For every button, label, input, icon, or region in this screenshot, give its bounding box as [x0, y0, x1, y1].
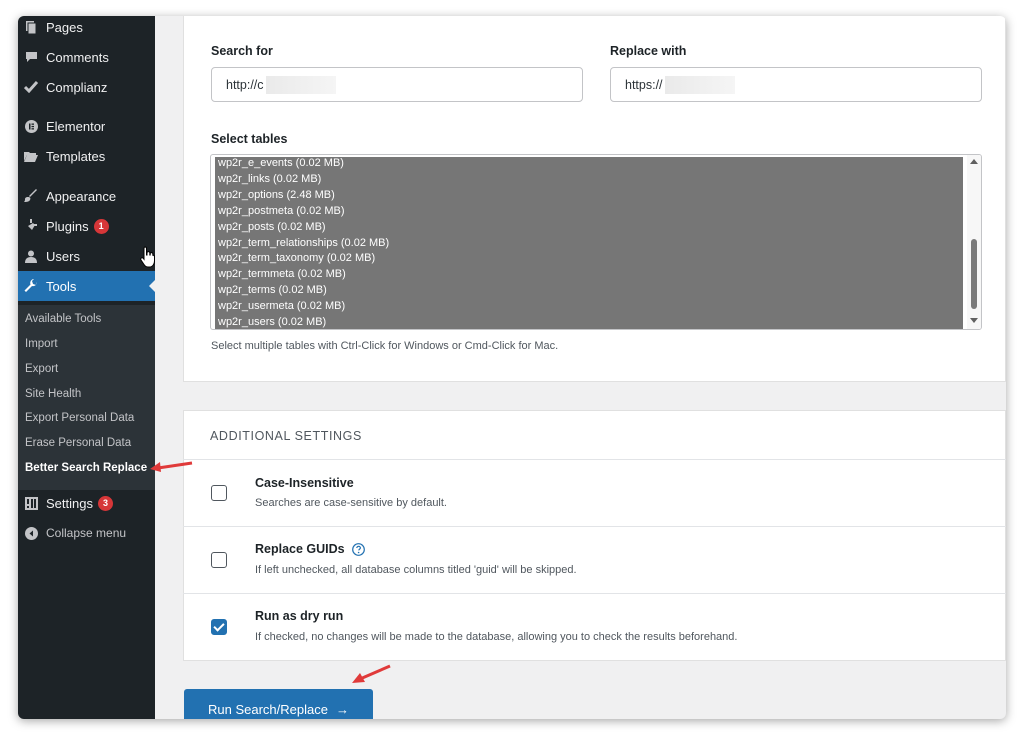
- hand-cursor-icon: [140, 246, 155, 268]
- user-icon: [24, 249, 38, 263]
- comments-icon: [24, 50, 38, 64]
- redacted-blur: [265, 75, 336, 94]
- divider: [183, 593, 1006, 594]
- sidebar-item-templates[interactable]: Templates: [18, 141, 155, 171]
- checkmark-icon: [24, 80, 38, 94]
- table-option[interactable]: wp2r_postmeta (0.02 MB): [218, 203, 345, 219]
- sidebar-item-elementor[interactable]: Elementor: [18, 111, 155, 141]
- submenu-import[interactable]: Import: [25, 335, 58, 353]
- run-button-label: Run Search/Replace: [208, 701, 328, 717]
- elementor-icon: [24, 119, 38, 133]
- admin-sidebar: Pages Comments Complianz Elementor Templ…: [18, 16, 155, 719]
- table-option[interactable]: wp2r_term_relationships (0.02 MB): [218, 235, 389, 251]
- table-option[interactable]: wp2r_links (0.02 MB): [218, 171, 321, 187]
- tools-submenu: Available Tools Import Export Site Healt…: [18, 305, 155, 490]
- sidebar-item-label: Elementor: [46, 118, 106, 134]
- replace-guids-desc: If left unchecked, all database columns …: [255, 564, 577, 576]
- scroll-up-arrow-icon[interactable]: [970, 159, 978, 164]
- sidebar-item-settings[interactable]: Settings 3: [18, 488, 155, 518]
- sidebar-item-comments[interactable]: Comments: [18, 42, 155, 72]
- sidebar-item-plugins[interactable]: Plugins 1: [18, 211, 155, 241]
- submenu-available-tools[interactable]: Available Tools: [25, 310, 101, 328]
- table-option[interactable]: wp2r_term_taxonomy (0.02 MB): [218, 250, 375, 266]
- pages-icon: [24, 20, 38, 34]
- sidebar-item-users[interactable]: Users: [18, 241, 155, 271]
- divider: [183, 526, 1006, 527]
- case-insensitive-checkbox[interactable]: [211, 485, 227, 501]
- submenu-export[interactable]: Export: [25, 360, 58, 378]
- sidebar-item-tools[interactable]: Tools: [18, 271, 155, 301]
- sidebar-item-label: Complianz: [46, 79, 108, 95]
- table-option[interactable]: wp2r_usermeta (0.02 MB): [218, 298, 345, 314]
- listbox-scrollbar[interactable]: [967, 155, 981, 329]
- dry-run-desc: If checked, no changes will be made to t…: [255, 631, 738, 643]
- sidebar-item-label: Collapse menu: [46, 526, 127, 540]
- redacted-blur: [664, 75, 735, 94]
- wrench-icon: [24, 279, 38, 293]
- table-option[interactable]: wp2r_posts (0.02 MB): [218, 219, 326, 235]
- submenu-site-health[interactable]: Site Health: [25, 385, 81, 403]
- table-option[interactable]: wp2r_options (2.48 MB): [218, 187, 335, 203]
- sidebar-item-label: Pages: [46, 19, 83, 35]
- table-option[interactable]: wp2r_terms (0.02 MB): [218, 282, 327, 298]
- case-insensitive-title: Case-Insensitive: [255, 476, 354, 490]
- search-for-label: Search for: [211, 44, 273, 58]
- additional-settings-panel: [183, 410, 1006, 661]
- submenu-better-search-replace[interactable]: Better Search Replace: [25, 459, 147, 477]
- collapse-menu-button[interactable]: Collapse menu: [18, 518, 155, 548]
- sidebar-item-label: Tools: [46, 278, 77, 294]
- tables-listbox[interactable]: wp2r_e_events (0.02 MB) wp2r_links (0.02…: [210, 154, 982, 330]
- help-icon[interactable]: [351, 542, 365, 556]
- tables-hint: Select multiple tables with Ctrl-Click f…: [211, 340, 559, 352]
- app-window: Pages Comments Complianz Elementor Templ…: [18, 16, 1006, 719]
- sidebar-item-label: Appearance: [46, 188, 117, 204]
- case-insensitive-desc: Searches are case-sensitive by default.: [255, 497, 447, 509]
- dry-run-title: Run as dry run: [255, 609, 344, 623]
- table-option[interactable]: wp2r_termmeta (0.02 MB): [218, 266, 346, 282]
- search-input[interactable]: http://c: [211, 67, 583, 102]
- replace-input[interactable]: https://: [610, 67, 982, 102]
- sidebar-item-complianz[interactable]: Complianz: [18, 72, 155, 102]
- arrow-right-icon: →: [335, 701, 349, 717]
- folder-icon: [24, 149, 38, 163]
- sidebar-item-label: Comments: [46, 49, 109, 65]
- active-indicator: [149, 280, 155, 292]
- submenu-erase-personal-data[interactable]: Erase Personal Data: [25, 434, 131, 452]
- annotation-arrow-icon: [352, 664, 391, 683]
- update-count-badge: 1: [93, 218, 109, 234]
- annotation-arrow-icon: [150, 461, 193, 472]
- scroll-thumb[interactable]: [971, 239, 977, 309]
- replace-with-label: Replace with: [610, 44, 687, 58]
- replace-guids-title: Replace GUIDs: [255, 542, 365, 556]
- sidebar-item-label: Templates: [46, 148, 106, 164]
- settings-icon: [24, 496, 38, 510]
- dry-run-checkbox[interactable]: [211, 619, 227, 635]
- paintbrush-icon: [24, 189, 38, 203]
- run-search-replace-button[interactable]: Run Search/Replace →: [184, 689, 373, 719]
- replace-guids-checkbox[interactable]: [211, 552, 227, 568]
- submenu-export-personal-data[interactable]: Export Personal Data: [25, 409, 134, 427]
- sidebar-item-label: Settings: [46, 495, 93, 511]
- sidebar-item-label: Users: [46, 248, 80, 264]
- divider: [183, 459, 1006, 460]
- plugin-icon: [24, 219, 38, 233]
- search-input-value: http://c: [226, 77, 264, 92]
- table-option[interactable]: wp2r_users (0.02 MB): [218, 314, 326, 329]
- collapse-icon: [24, 526, 38, 540]
- replace-input-value: https://: [625, 77, 663, 92]
- scroll-down-arrow-icon[interactable]: [970, 318, 978, 323]
- replace-guids-title-text: Replace GUIDs: [255, 542, 345, 556]
- update-count-badge: 3: [97, 495, 113, 511]
- table-option[interactable]: wp2r_e_events (0.02 MB): [218, 155, 344, 171]
- sidebar-item-pages[interactable]: Pages: [18, 16, 155, 42]
- sidebar-item-appearance[interactable]: Appearance: [18, 181, 155, 211]
- select-tables-label: Select tables: [211, 132, 288, 146]
- sidebar-item-label: Plugins: [46, 218, 89, 234]
- additional-settings-title: ADDITIONAL SETTINGS: [210, 429, 362, 443]
